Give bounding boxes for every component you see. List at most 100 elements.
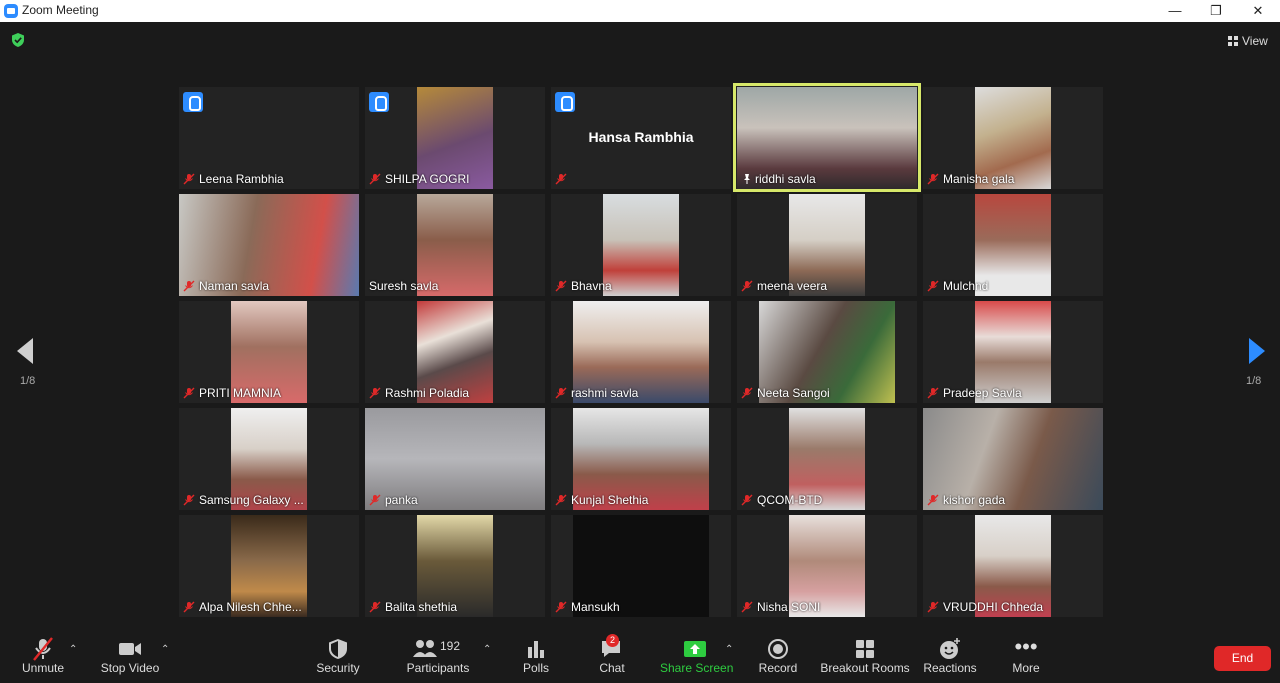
chat-badge: 2 bbox=[606, 634, 620, 647]
participant-tile[interactable]: meena veera bbox=[737, 194, 917, 296]
participant-tile[interactable]: Bhavna bbox=[551, 194, 731, 296]
zoom-app-icon bbox=[4, 4, 18, 18]
participant-tile[interactable]: Mulchnd bbox=[923, 194, 1103, 296]
page-indicator-right: 1/8 bbox=[1246, 375, 1262, 387]
participant-tile[interactable]: SHILPA GOGRI bbox=[365, 87, 545, 189]
participant-tile[interactable]: PRITI MAMNIA bbox=[179, 301, 359, 403]
muted-mic-icon bbox=[183, 387, 195, 399]
participant-video bbox=[603, 194, 679, 296]
participant-tile[interactable]: rashmi savla bbox=[551, 301, 731, 403]
share-screen-button[interactable]: Share Screen bbox=[660, 628, 733, 675]
participant-tile[interactable]: Samsung Galaxy ... bbox=[179, 408, 359, 510]
polls-label: Polls bbox=[522, 661, 549, 675]
record-button[interactable]: Record bbox=[756, 628, 800, 675]
participants-options-caret-icon[interactable]: ⌃ bbox=[483, 644, 491, 655]
muted-mic-icon bbox=[183, 601, 195, 613]
raised-hand-icon bbox=[183, 92, 203, 112]
muted-mic-icon bbox=[555, 173, 567, 185]
stop-video-label: Stop Video bbox=[100, 661, 160, 675]
view-label: View bbox=[1242, 34, 1268, 48]
participant-name: riddhi savla bbox=[755, 172, 816, 186]
polls-bar-icon bbox=[528, 641, 544, 658]
participant-tile[interactable]: VRUDDHI Chheda bbox=[923, 515, 1103, 617]
unmute-label: Unmute bbox=[21, 661, 65, 675]
previous-page-arrow-icon[interactable] bbox=[17, 338, 33, 364]
participant-name: Leena Rambhia bbox=[199, 172, 284, 186]
video-options-caret-icon[interactable]: ⌃ bbox=[161, 644, 169, 655]
unmute-button[interactable]: Unmute bbox=[18, 628, 68, 675]
participant-name: Samsung Galaxy ... bbox=[199, 493, 304, 507]
participant-tile[interactable]: kishor gada bbox=[923, 408, 1103, 510]
breakout-rooms-icon bbox=[856, 640, 874, 658]
participants-count: 192 bbox=[440, 639, 461, 653]
encryption-shield-icon[interactable] bbox=[11, 33, 25, 47]
participant-tile[interactable]: Mansukh bbox=[551, 515, 731, 617]
participant-tile[interactable]: Nisha SONI bbox=[737, 515, 917, 617]
participant-tile[interactable]: QCOM-BTD bbox=[737, 408, 917, 510]
more-dots-icon: ••• bbox=[1014, 634, 1038, 659]
muted-mic-icon bbox=[555, 387, 567, 399]
participant-name: Alpa Nilesh Chhe... bbox=[199, 600, 302, 614]
muted-mic-icon bbox=[741, 387, 753, 399]
audio-options-caret-icon[interactable]: ⌃ bbox=[69, 644, 77, 655]
grid-view-icon bbox=[1228, 36, 1238, 46]
record-icon bbox=[768, 639, 788, 659]
security-label: Security bbox=[316, 661, 360, 675]
participant-name: Pradeep Savla bbox=[943, 386, 1022, 400]
muted-mic-icon bbox=[183, 173, 195, 185]
muted-mic-icon bbox=[183, 280, 195, 292]
muted-mic-icon bbox=[369, 494, 381, 506]
chat-button[interactable]: 2 Chat bbox=[592, 628, 632, 675]
close-icon[interactable]: ✕ bbox=[1238, 0, 1278, 22]
participant-name: PRITI MAMNIA bbox=[199, 386, 282, 400]
smiley-reaction-icon bbox=[940, 638, 960, 659]
participant-tile[interactable]: Naman savla bbox=[179, 194, 359, 296]
participant-name: meena veera bbox=[757, 279, 828, 293]
participant-tile[interactable]: Rashmi Poladia bbox=[365, 301, 545, 403]
window-title: Zoom Meeting bbox=[22, 3, 99, 17]
participant-tile[interactable]: Neeta Sangoi bbox=[737, 301, 917, 403]
muted-mic-icon bbox=[555, 601, 567, 613]
participants-icon bbox=[413, 640, 437, 657]
muted-mic-icon bbox=[927, 387, 939, 399]
page-indicator-left: 1/8 bbox=[20, 375, 36, 387]
muted-mic-icon bbox=[555, 280, 567, 292]
muted-mic-icon bbox=[927, 173, 939, 185]
participant-name: QCOM-BTD bbox=[757, 493, 823, 507]
participant-tile[interactable]: Hansa Rambhia bbox=[551, 87, 731, 189]
participant-tile[interactable]: Leena Rambhia bbox=[179, 87, 359, 189]
polls-button[interactable]: Polls bbox=[515, 628, 557, 675]
participant-tile[interactable]: Alpa Nilesh Chhe... bbox=[179, 515, 359, 617]
participant-tile[interactable]: Manisha gala bbox=[923, 87, 1103, 189]
participant-tile-pinned[interactable]: riddhi savla bbox=[733, 83, 921, 192]
participant-name: Rashmi Poladia bbox=[385, 386, 470, 400]
breakout-rooms-button[interactable]: Breakout Rooms bbox=[820, 628, 910, 675]
more-button[interactable]: ••• More bbox=[1006, 628, 1046, 675]
participant-tile[interactable]: Pradeep Savla bbox=[923, 301, 1103, 403]
reactions-button[interactable]: Reactions bbox=[922, 628, 978, 675]
restore-icon[interactable]: ❐ bbox=[1196, 0, 1236, 22]
muted-mic-icon bbox=[927, 280, 939, 292]
muted-mic-icon bbox=[183, 494, 195, 506]
more-label: More bbox=[1012, 661, 1040, 675]
participant-name: Mansukh bbox=[571, 600, 620, 614]
participant-tile[interactable]: Kunjal Shethia bbox=[551, 408, 731, 510]
participant-tile[interactable]: panka bbox=[365, 408, 545, 510]
participant-tile[interactable]: Suresh savla bbox=[365, 194, 545, 296]
stop-video-button[interactable]: Stop Video bbox=[100, 628, 160, 675]
muted-mic-icon bbox=[741, 280, 753, 292]
pin-icon bbox=[744, 174, 750, 184]
security-shield-icon bbox=[329, 639, 347, 659]
participant-name: Kunjal Shethia bbox=[571, 493, 649, 507]
participant-name: Bhavna bbox=[571, 279, 612, 293]
security-button[interactable]: Security bbox=[313, 628, 363, 675]
share-options-caret-icon[interactable]: ⌃ bbox=[725, 644, 733, 655]
next-page-arrow-icon[interactable] bbox=[1249, 338, 1265, 364]
participant-name: Manisha gala bbox=[943, 172, 1015, 186]
participant-tile[interactable]: Balita shethia bbox=[365, 515, 545, 617]
end-meeting-button[interactable]: End bbox=[1214, 646, 1271, 671]
minimize-icon[interactable]: — bbox=[1155, 0, 1195, 22]
participant-name: panka bbox=[385, 493, 418, 507]
participants-button[interactable]: 192 Participants bbox=[406, 628, 470, 675]
view-button[interactable]: View bbox=[1228, 34, 1268, 48]
